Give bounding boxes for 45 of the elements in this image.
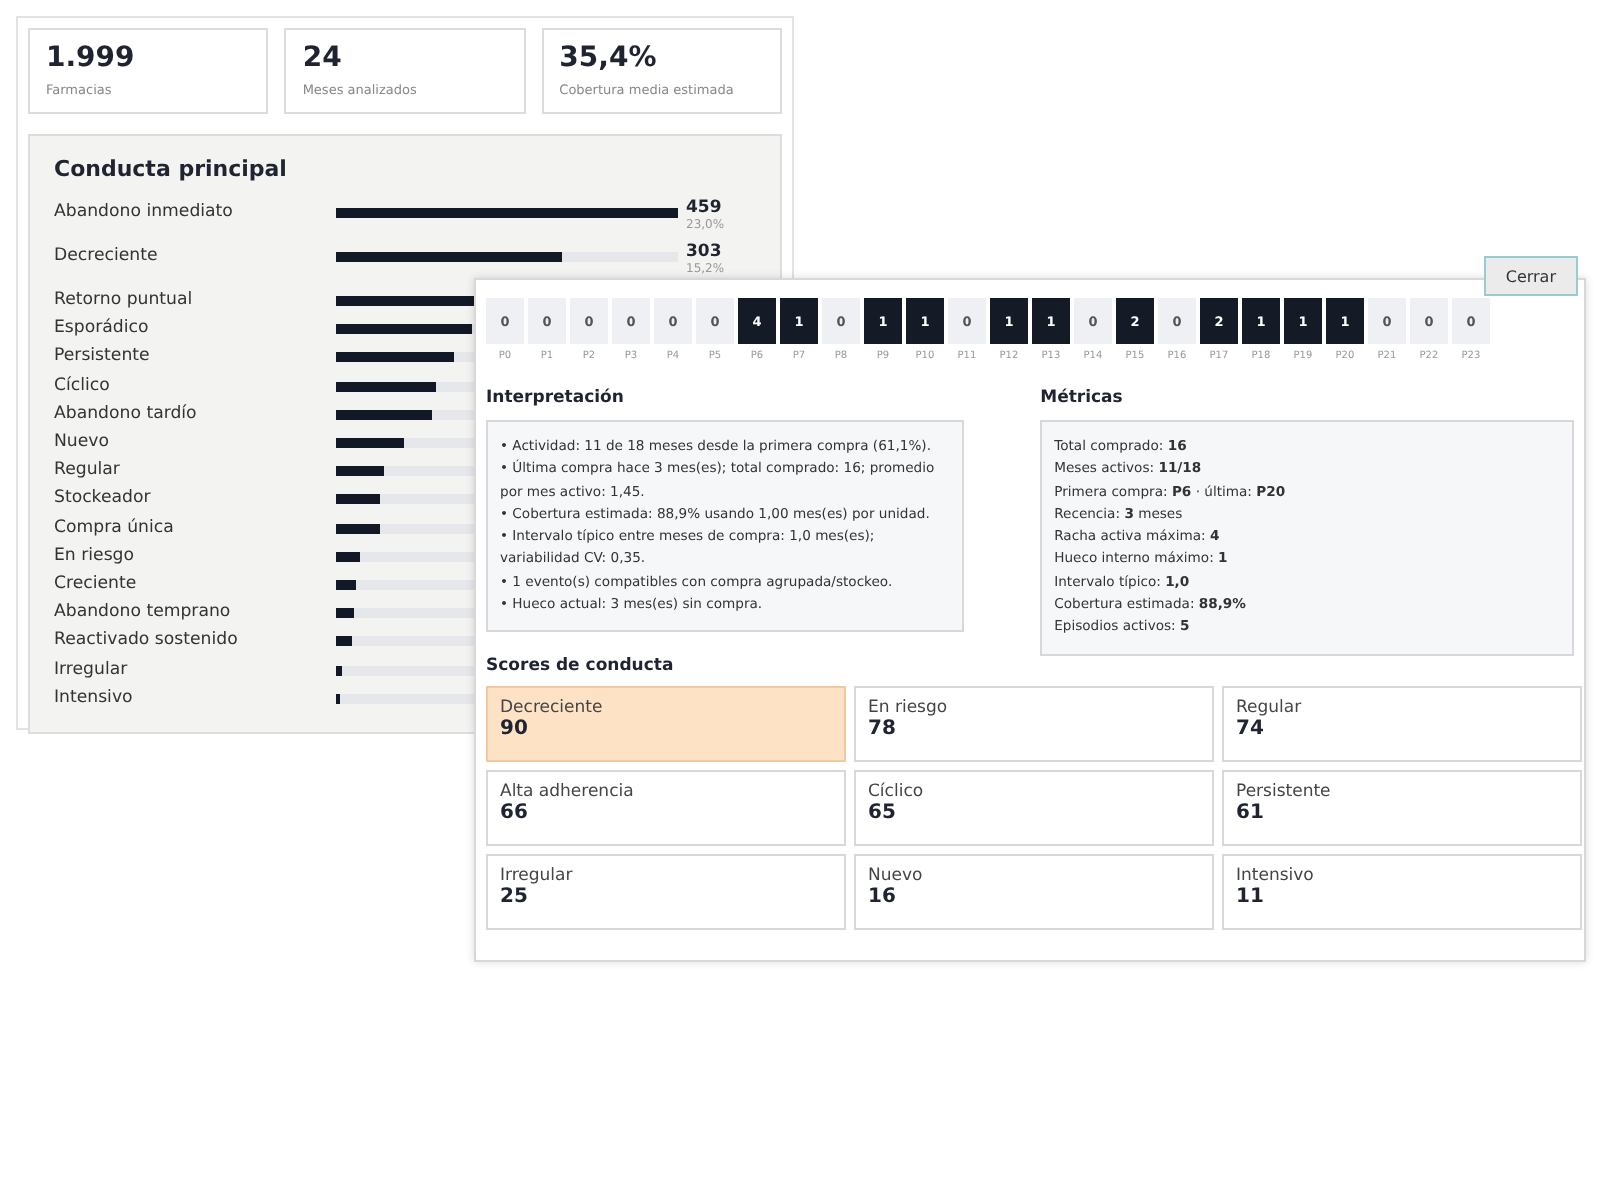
section-title: Interpretación <box>486 388 626 408</box>
behavior-label: Persistente <box>54 346 152 367</box>
count-value: 459 <box>686 198 724 218</box>
score-label: En riesgo <box>868 697 950 718</box>
score-value: 78 <box>868 717 898 740</box>
behavior-label: Intensivo <box>54 687 135 708</box>
score-label: Persistente <box>1236 781 1333 802</box>
score-value: 61 <box>1236 801 1266 824</box>
behavior-label: Nuevo <box>54 432 112 453</box>
behavior-label: En riesgo <box>54 545 137 566</box>
score-value: 74 <box>1236 717 1266 740</box>
panel-title: Conducta principal <box>54 156 289 182</box>
score-label: Regular <box>1236 697 1304 718</box>
behavior-label: Decreciente <box>54 244 160 266</box>
section-title: Scores de conducta <box>486 655 676 676</box>
score-value: 66 <box>500 801 530 824</box>
section-title: Métricas <box>1040 388 1125 408</box>
behavior-label: Compra única <box>54 517 176 538</box>
count-value: 303 <box>686 242 724 262</box>
stat-value: 1.999 <box>46 42 137 74</box>
score-label: Intensivo <box>1236 865 1316 886</box>
behavior-label: Abandono temprano <box>54 602 233 623</box>
behavior-label: Reactivado sostenido <box>54 630 240 651</box>
score-value: 16 <box>868 885 898 908</box>
behavior-label: Irregular <box>54 659 130 680</box>
score-label: Nuevo <box>868 865 925 886</box>
score-value: 11 <box>1236 885 1266 908</box>
score-label: Cíclico <box>868 781 926 802</box>
behavior-label: Retorno puntual <box>54 290 195 311</box>
behavior-label: Stockeador <box>54 488 153 509</box>
score-label: Decreciente <box>500 697 605 718</box>
score-value: 90 <box>500 717 530 740</box>
score-label: Alta adherencia <box>500 781 636 802</box>
behavior-label: Abandono tardío <box>54 403 199 424</box>
score-value: 25 <box>500 885 530 908</box>
behavior-label: Esporádico <box>54 318 151 339</box>
behavior-label: Cíclico <box>54 375 112 396</box>
score-value: 65 <box>868 801 898 824</box>
stat-value: 35,4% <box>559 42 659 74</box>
score-label: Irregular <box>500 865 575 886</box>
behavior-label: Creciente <box>54 573 139 594</box>
close-button[interactable]: Cerrar <box>1483 256 1578 296</box>
behavior-label: Abandono inmediato <box>54 200 235 222</box>
stat-value: 24 <box>302 42 344 74</box>
behavior-label: Regular <box>54 460 122 481</box>
